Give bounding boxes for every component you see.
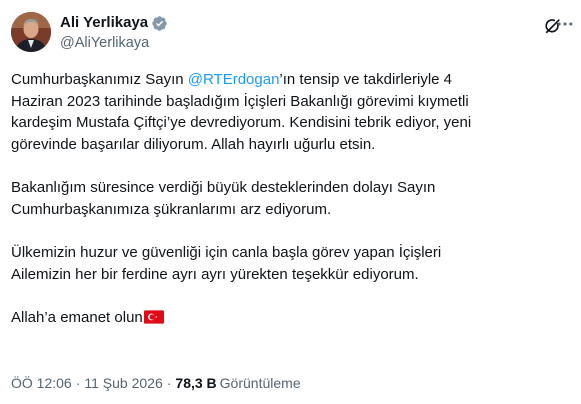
tweet-meta: ÖÖ 12:06 · 11 Şub 2026 · 78,3 B Görüntül…: [11, 374, 301, 392]
tweet-paragraph: Bakanlığım süresince verdiği büyük deste…: [11, 179, 436, 218]
tweet-header: Ali Yerlikaya @AliYerlikaya: [11, 12, 573, 56]
views-label: Görüntüleme: [219, 375, 301, 391]
tweet-time[interactable]: ÖÖ 12:06: [11, 374, 72, 392]
turkey-flag-icon: [143, 309, 164, 324]
tweet-text-segment: Cumhurbaşkanımız Sayın: [11, 71, 188, 88]
mention-link[interactable]: @RTErdogan: [188, 71, 280, 88]
separator-dot: ·: [166, 375, 172, 391]
tweet-paragraph: Allah’a emanet olun: [11, 307, 571, 329]
more-options-icon[interactable]: [555, 14, 575, 34]
author-info: Ali Yerlikaya @AliYerlikaya: [60, 13, 168, 53]
author-display-name[interactable]: Ali Yerlikaya: [60, 13, 148, 33]
author-handle[interactable]: @AliYerlikaya: [60, 34, 168, 53]
tweet-paragraph: Cumhurbaşkanımız Sayın @RTErdogan’ın ten…: [11, 69, 571, 155]
verified-badge-icon[interactable]: [151, 15, 168, 32]
avatar[interactable]: [11, 12, 51, 52]
views-count: 78,3 B: [175, 375, 217, 391]
separator-dot: ·: [75, 375, 81, 391]
tweet-text-segment: Allah’a emanet olun: [11, 309, 143, 326]
tweet-date[interactable]: 11 Şub 2026: [84, 374, 162, 392]
tweet-paragraph: Ülkemizin huzur ve güvenliği için canla …: [11, 244, 442, 283]
tweet-text: Cumhurbaşkanımız Sayın @RTErdogan’ın ten…: [11, 69, 571, 329]
